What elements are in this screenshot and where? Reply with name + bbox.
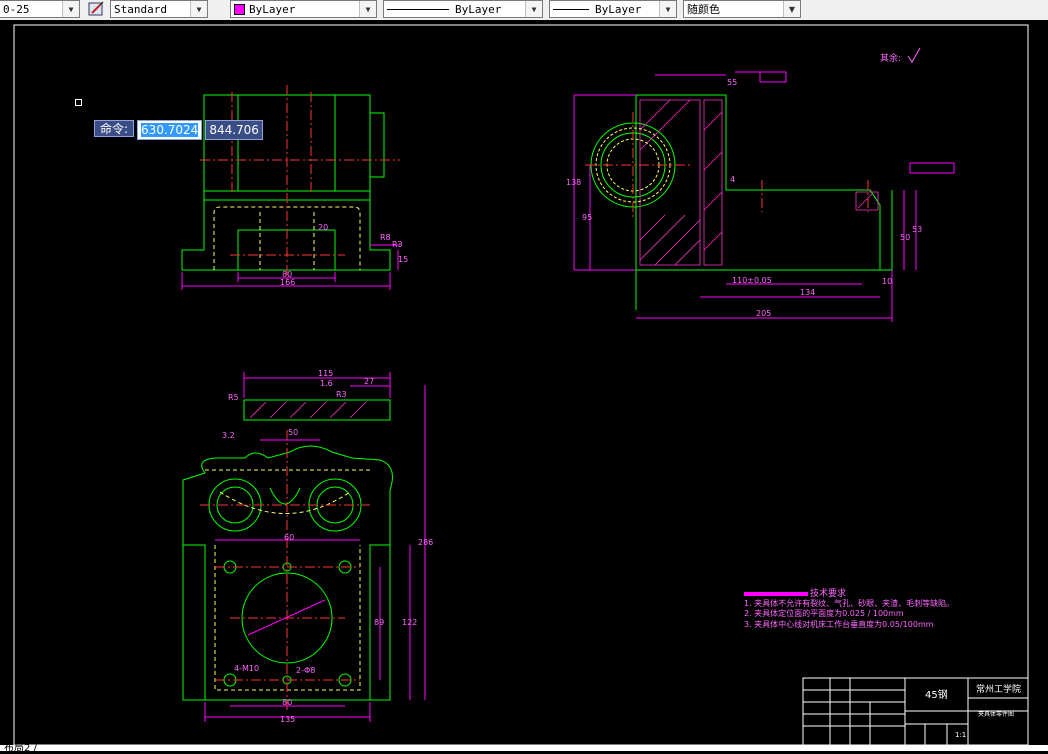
dim-label: 122 xyxy=(402,618,417,627)
dim-label: 286 xyxy=(418,538,433,547)
dim-label: 27 xyxy=(364,377,374,386)
dim-label: 80 xyxy=(282,698,292,707)
x-coordinate-input[interactable]: 630.7024 xyxy=(137,120,203,140)
dim-label: 53 xyxy=(912,225,922,234)
pickbox-cursor xyxy=(75,99,82,106)
tech-item: 2. 夹具体定位面的平面度为0.025 / 100mm xyxy=(744,608,904,618)
dimstyle-value: 0-25 xyxy=(3,2,30,16)
lineweight-sample-icon xyxy=(553,8,589,10)
chevron-down-icon: ▼ xyxy=(190,1,207,17)
dim-label: 20 xyxy=(318,223,328,232)
textstyle-icon-box[interactable] xyxy=(86,0,108,18)
dim-label: R3 xyxy=(336,390,347,399)
lineweight-dropdown[interactable]: ByLayer ▼ xyxy=(549,0,677,18)
dim-label: 4-M10 xyxy=(234,664,259,673)
dim-label: 166 xyxy=(280,278,295,287)
plan-hatch xyxy=(249,401,367,419)
chevron-down-icon: ▼ xyxy=(525,1,542,17)
linetype-sample-icon xyxy=(387,8,449,10)
layout-tab-strip[interactable]: 布局2 / xyxy=(0,743,1048,754)
tech-item: 1. 夹具体不允许有裂纹、气孔、砂眼、夹渣、毛刺等缺陷。 xyxy=(744,598,954,608)
linetype-value: ByLayer xyxy=(455,2,502,16)
roughness-note: 其余: xyxy=(880,52,901,64)
tech-item: 3. 夹具体中心线对机床工作台垂直度为0.05/100mm xyxy=(744,619,934,629)
layout-tab-label: 布局2 / xyxy=(4,743,37,754)
tech-title: 技术要求 xyxy=(810,587,846,599)
x-coordinate-value: 630.7024 xyxy=(141,123,199,137)
roughness-symbol-icon xyxy=(907,47,921,63)
dim-label: 15 xyxy=(398,255,408,264)
dim-label: 55 xyxy=(727,78,737,87)
dim-label: 4 xyxy=(730,175,735,184)
dim-label: 50 xyxy=(288,428,298,437)
textstyle-value: Standard xyxy=(114,2,167,16)
linetype-dropdown[interactable]: ByLayer ▼ xyxy=(383,0,543,18)
dim-label: 60 xyxy=(284,533,294,542)
plotstyle-dropdown[interactable]: 随颜色 ▼ xyxy=(683,0,801,18)
plotstyle-value: 随颜色 xyxy=(687,3,720,16)
dim-label: R3 xyxy=(392,240,403,249)
dim-label: 135 xyxy=(280,715,295,724)
color-value: ByLayer xyxy=(249,2,296,16)
dim-label: R8 xyxy=(380,233,391,242)
chevron-down-icon: ▼ xyxy=(659,1,676,17)
tech-requirements: 技术要求 1. 夹具体不允许有裂纹、气孔、砂眼、夹渣、毛刺等缺陷。 2. 夹具体… xyxy=(744,587,954,629)
dim-label: 138 xyxy=(566,178,581,187)
title-material: 45钢 xyxy=(925,688,948,701)
dim-label: 50 xyxy=(900,233,910,242)
side-hatch xyxy=(639,99,879,266)
y-coordinate-input[interactable]: 844.706 xyxy=(205,120,263,140)
dim-label: 115 xyxy=(318,369,333,378)
title-scale: 1:1 xyxy=(955,731,966,739)
dynamic-input-tooltip[interactable]: 命令: 630.7024 844.706 xyxy=(94,120,263,140)
chevron-down-icon: ▼ xyxy=(783,1,800,17)
color-swatch-icon xyxy=(234,3,245,15)
command-label: 命令: xyxy=(94,120,135,137)
properties-toolbar: 0-25 ▼ Standard ▼ ByLayer ▼ ByLayer ▼ By… xyxy=(0,0,1048,21)
dimstyle-dropdown[interactable]: 0-25 ▼ xyxy=(0,0,80,18)
dim-label: R5 xyxy=(228,393,239,402)
text-style-icon xyxy=(88,1,104,16)
dim-label: 89 xyxy=(374,618,384,627)
textstyle-dropdown[interactable]: Standard ▼ xyxy=(110,0,208,18)
dim-label: 2-Φ8 xyxy=(296,666,315,675)
title-school: 常州工学院 xyxy=(976,683,1021,695)
dim-label: 134 xyxy=(800,288,815,297)
chevron-down-icon: ▼ xyxy=(62,1,79,17)
lineweight-value: ByLayer xyxy=(595,2,642,16)
dim-label: 110±0.05 xyxy=(732,276,772,285)
chevron-down-icon: ▼ xyxy=(359,1,376,17)
color-dropdown[interactable]: ByLayer ▼ xyxy=(230,0,377,18)
plan-view xyxy=(182,399,393,701)
dim-label: 10 xyxy=(882,277,892,286)
dim-label: 1.6 xyxy=(320,379,333,388)
title-part-name: 夹具体零件图 xyxy=(978,710,1014,718)
dim-label: 95 xyxy=(582,213,592,222)
dim-label: 205 xyxy=(756,309,771,318)
dim-label: 3.2 xyxy=(222,431,235,440)
